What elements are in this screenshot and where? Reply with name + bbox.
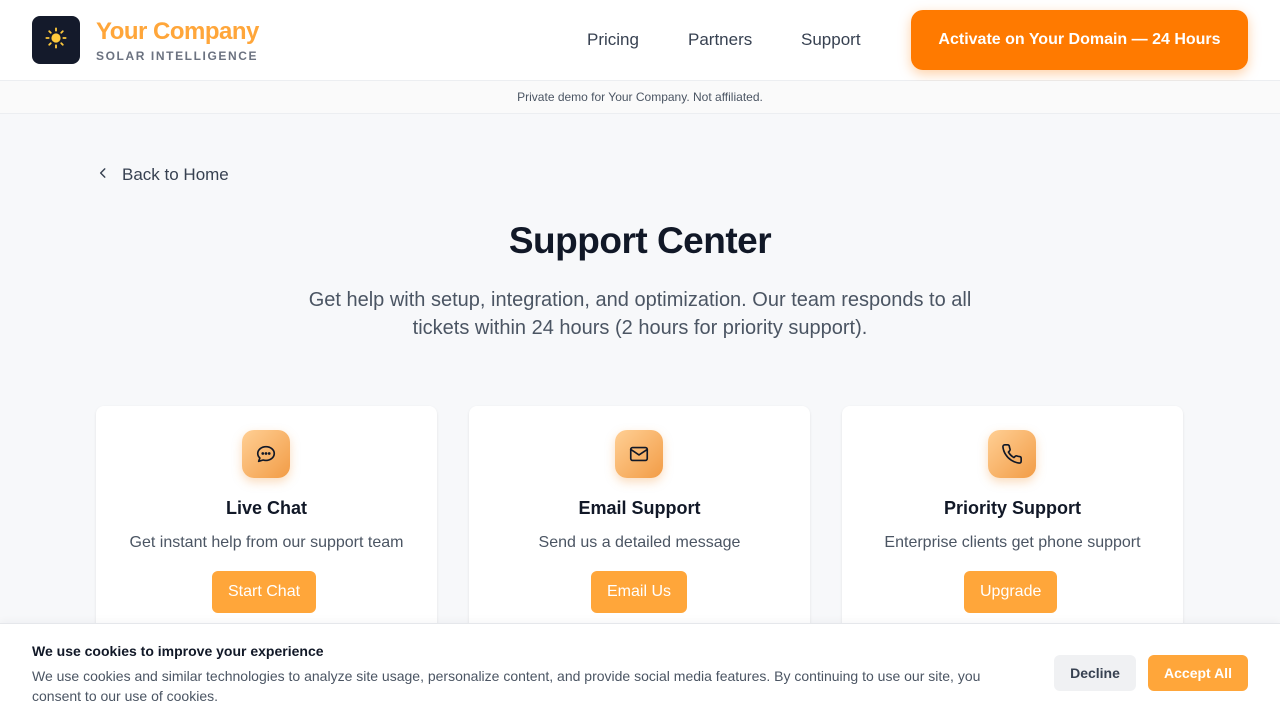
card-title: Priority Support: [943, 498, 1081, 518]
nav-pricing[interactable]: Pricing: [587, 30, 639, 50]
chevron-left-icon: [96, 165, 110, 185]
envelope-icon: [615, 430, 663, 478]
accept-all-cookies-button[interactable]: Accept All: [1148, 655, 1248, 691]
sun-icon: [45, 26, 67, 54]
cookie-banner: We use cookies to improve your experienc…: [0, 623, 1280, 720]
start-chat-button[interactable]: Start Chat: [212, 571, 317, 613]
activate-domain-button[interactable]: Activate on Your Domain — 24 Hours: [911, 10, 1248, 70]
page-subtitle: Get help with setup, integration, and op…: [308, 289, 972, 339]
nav-partners[interactable]: Partners: [688, 30, 752, 50]
logo[interactable]: [32, 16, 80, 64]
card-title: Live Chat: [225, 498, 308, 518]
upgrade-button[interactable]: Upgrade: [964, 571, 1058, 613]
card-description: Send us a detailed message: [538, 534, 741, 551]
card-title: Email Support: [578, 498, 701, 518]
chat-bubble-icon: [242, 430, 290, 478]
brand-tagline: SOLAR INTELLIGENCE: [96, 49, 259, 63]
email-us-button[interactable]: Email Us: [591, 571, 688, 613]
brand-name[interactable]: Your Company: [96, 18, 259, 46]
phone-icon: [988, 430, 1036, 478]
card-description: Enterprise clients get phone support: [884, 534, 1141, 551]
cookie-text: We use cookies and similar technologies …: [32, 668, 981, 704]
back-label: Back to Home: [122, 165, 229, 184]
page-title: Support Center: [508, 220, 772, 261]
demo-notice: Private demo for Your Company. Not affil…: [0, 81, 1280, 114]
support-card-email: Email Support Send us a detailed message…: [469, 406, 810, 646]
card-description: Get instant help from our support team: [129, 534, 404, 551]
support-card-priority: Priority Support Enterprise clients get …: [842, 406, 1183, 646]
site-header: Your Company SOLAR INTELLIGENCE Pricing …: [0, 0, 1280, 81]
support-card-live-chat: Live Chat Get instant help from our supp…: [96, 406, 437, 646]
cookie-title: We use cookies to improve your experienc…: [32, 643, 324, 659]
back-to-home-link[interactable]: Back to Home: [96, 165, 229, 185]
decline-cookies-button[interactable]: Decline: [1054, 655, 1136, 691]
nav-support[interactable]: Support: [801, 30, 861, 50]
